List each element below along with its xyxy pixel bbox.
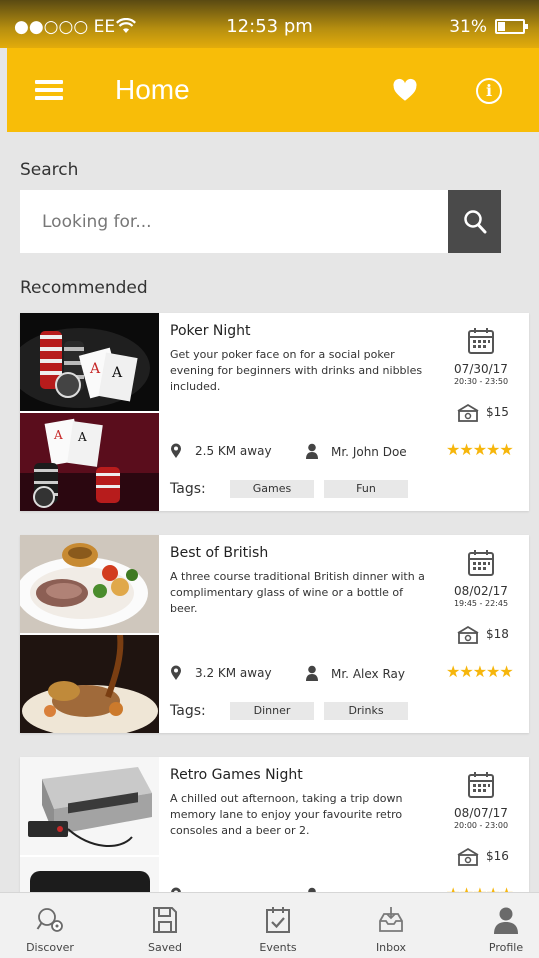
search-label: Search: [20, 160, 79, 180]
money-icon: [457, 403, 479, 422]
calendar-icon: [468, 550, 494, 576]
tab-discover[interactable]: Discover: [0, 893, 100, 958]
rating-stars: ★★★★★: [446, 440, 514, 459]
calendar-icon: [468, 328, 494, 354]
tab-label: Inbox: [375, 941, 407, 954]
tag-chip[interactable]: Drinks: [324, 702, 408, 720]
heart-icon[interactable]: [392, 78, 418, 104]
host-icon: [306, 665, 318, 681]
status-bar: ●●○○○ EE 12:53 pm 31%: [0, 0, 539, 48]
event-host: Mr. John Doe: [331, 445, 407, 459]
event-price: $15: [486, 405, 509, 419]
event-name: Retro Games Night: [170, 767, 303, 783]
event-description: A three course traditional British dinne…: [170, 570, 425, 615]
event-description: Get your poker face on for a social poke…: [170, 348, 423, 393]
tags-label: Tags:: [170, 703, 206, 719]
recommended-label: Recommended: [20, 278, 148, 298]
svg-text:A: A: [111, 365, 123, 381]
menu-icon[interactable]: [35, 80, 63, 100]
tab-label: Profile: [488, 941, 524, 954]
retro-console-image: [20, 757, 159, 855]
svg-text:A: A: [89, 361, 101, 377]
event-name: Best of British: [170, 545, 269, 561]
search-input[interactable]: [20, 190, 448, 253]
tab-saved[interactable]: Saved: [115, 893, 215, 958]
rating-stars: ★★★★★: [446, 662, 514, 681]
discover-icon: [36, 908, 63, 932]
event-hours: 19:45 - 22:45: [453, 599, 509, 608]
inbox-icon: [379, 907, 403, 932]
event-price: $16: [486, 849, 509, 863]
battery-icon: [495, 19, 528, 34]
svg-text:A: A: [53, 428, 63, 442]
calendar-icon: [468, 772, 494, 798]
page-title: Home: [115, 74, 190, 105]
event-distance: 2.5 KM away: [195, 444, 272, 458]
gravy-pour-image: [20, 635, 159, 733]
tab-label: Discover: [26, 941, 74, 954]
event-hours: 20:00 - 23:00: [453, 821, 509, 830]
event-distance: 3.2 KM away: [195, 666, 272, 680]
tags-label: Tags:: [170, 481, 206, 497]
profile-icon: [494, 907, 518, 934]
saved-icon: [153, 907, 177, 933]
event-card-poker-night[interactable]: A A A A Poker Night Get your poker face …: [20, 313, 529, 511]
event-hours: 20:30 - 23:50: [453, 377, 509, 386]
tag-chip[interactable]: Games: [230, 480, 314, 498]
search-box: [20, 190, 501, 253]
tag-chip[interactable]: Fun: [324, 480, 408, 498]
event-price: $18: [486, 627, 509, 641]
event-date: 08/02/17: [454, 584, 508, 598]
search-icon: [464, 210, 487, 234]
event-photos: [20, 535, 159, 733]
event-date: 08/07/17: [454, 806, 508, 820]
app-bar: Home i: [7, 48, 539, 132]
location-pin-icon: [171, 443, 181, 458]
host-icon: [306, 443, 318, 459]
money-icon: [457, 625, 479, 644]
bottom-tab-bar: Discover Saved Events Inbox Profile: [0, 892, 539, 958]
tab-label: Events: [259, 941, 297, 954]
roast-dinner-image: [20, 535, 159, 633]
money-icon: [457, 847, 479, 866]
event-name: Poker Night: [170, 323, 251, 339]
event-date: 07/30/17: [454, 362, 508, 376]
events-icon: [266, 907, 290, 933]
tag-chip[interactable]: Dinner: [230, 702, 314, 720]
tab-events[interactable]: Events: [228, 893, 328, 958]
tab-inbox[interactable]: Inbox: [341, 893, 441, 958]
poker-chips-image: A A: [20, 313, 159, 411]
svg-text:A: A: [77, 430, 87, 444]
event-photos: A A A A: [20, 313, 159, 511]
tab-label: Saved: [148, 941, 182, 954]
location-pin-icon: [171, 665, 181, 680]
event-host: Mr. Alex Ray: [331, 667, 405, 681]
search-button[interactable]: [448, 190, 501, 253]
poker-cards-image: A A: [20, 413, 159, 511]
event-description: A chilled out afternoon, taking a trip d…: [170, 792, 403, 837]
info-icon[interactable]: i: [476, 78, 502, 104]
event-card-best-of-british[interactable]: Best of British A three course tradition…: [20, 535, 529, 733]
battery-percentage: 31%: [449, 17, 487, 37]
tab-profile[interactable]: Profile: [456, 893, 539, 958]
